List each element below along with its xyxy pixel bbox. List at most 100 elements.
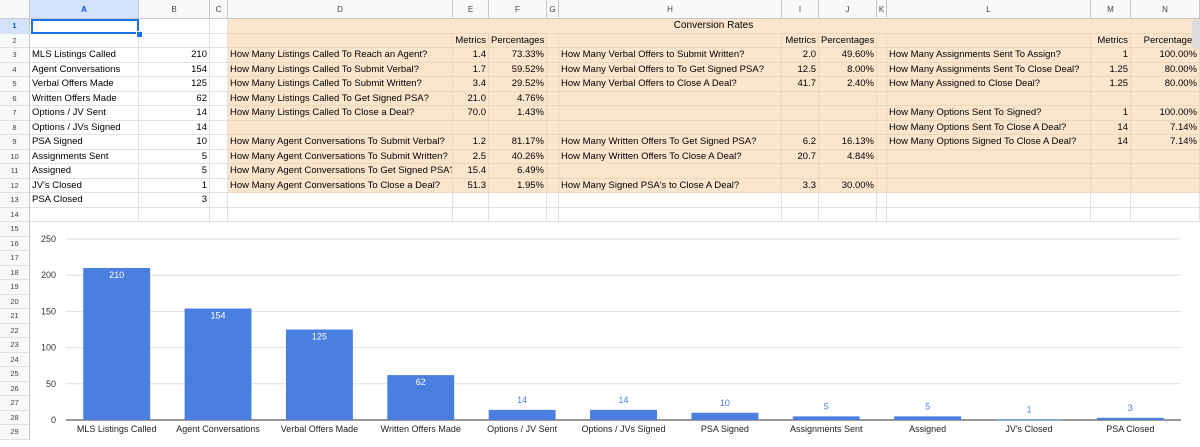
row-header-20[interactable]: 20 xyxy=(0,294,30,309)
metric-cell[interactable]: 1.25 xyxy=(1091,77,1131,92)
column-header-i[interactable]: I xyxy=(782,0,819,19)
cell[interactable] xyxy=(877,62,887,77)
bar[interactable] xyxy=(83,267,151,420)
question-cell[interactable]: How Many Agent Conversations To Get Sign… xyxy=(228,164,453,179)
metric-cell[interactable]: 2.0 xyxy=(782,48,819,63)
column-header-n[interactable]: N xyxy=(1131,0,1200,19)
cell[interactable] xyxy=(228,207,453,222)
row-header-27[interactable]: 27 xyxy=(0,396,30,411)
summary-value[interactable]: 14 xyxy=(139,120,210,135)
row-header-28[interactable]: 28 xyxy=(0,410,30,425)
percentage-cell[interactable]: 40.26% xyxy=(489,149,547,164)
percentage-cell[interactable] xyxy=(1131,164,1200,179)
cell[interactable] xyxy=(1091,193,1131,208)
cell[interactable] xyxy=(547,48,559,63)
row-header-19[interactable]: 19 xyxy=(0,280,30,295)
row-header-5[interactable]: 5 xyxy=(0,77,30,92)
row-header-4[interactable]: 4 xyxy=(0,62,30,77)
percentage-cell[interactable]: 4.76% xyxy=(489,91,547,106)
cell[interactable] xyxy=(453,193,489,208)
metric-cell[interactable] xyxy=(1091,91,1131,106)
column-header-c[interactable]: C xyxy=(210,0,228,19)
cell[interactable] xyxy=(547,207,559,222)
cell[interactable] xyxy=(210,77,228,92)
percentage-cell[interactable] xyxy=(819,120,877,135)
bar[interactable] xyxy=(285,329,353,421)
metric-cell[interactable] xyxy=(453,120,489,135)
cell[interactable] xyxy=(547,120,559,135)
cell[interactable] xyxy=(877,91,887,106)
question-cell[interactable]: How Many Listings Called To Close a Deal… xyxy=(228,106,453,121)
cell[interactable] xyxy=(782,193,819,208)
column-header-a[interactable]: A xyxy=(30,0,139,19)
cell[interactable] xyxy=(210,19,228,34)
row-header-21[interactable]: 21 xyxy=(0,309,30,324)
select-all-corner[interactable] xyxy=(0,0,30,19)
summary-label[interactable]: JV's Closed xyxy=(30,178,139,193)
percentage-cell[interactable]: 6.49% xyxy=(489,164,547,179)
column-header-l[interactable]: L xyxy=(887,0,1091,19)
question-cell[interactable] xyxy=(887,149,1091,164)
column-header-b[interactable]: B xyxy=(139,0,210,19)
row-header-24[interactable]: 24 xyxy=(0,352,30,367)
question-cell[interactable] xyxy=(887,91,1091,106)
metric-cell[interactable]: 2.5 xyxy=(453,149,489,164)
percentage-cell[interactable]: 30.00% xyxy=(819,178,877,193)
metric-cell[interactable] xyxy=(1091,178,1131,193)
cell[interactable] xyxy=(782,207,819,222)
metric-cell[interactable]: 20.7 xyxy=(782,149,819,164)
column-header-j[interactable]: J xyxy=(819,0,877,19)
percentage-cell[interactable]: 59.52% xyxy=(489,62,547,77)
cell[interactable] xyxy=(877,120,887,135)
question-cell[interactable] xyxy=(559,164,782,179)
cell[interactable] xyxy=(210,106,228,121)
metric-cell[interactable]: 14 xyxy=(1091,135,1131,150)
percentage-cell[interactable]: 7.14% xyxy=(1131,135,1200,150)
question-cell[interactable]: How Many Listings Called To Get Signed P… xyxy=(228,91,453,106)
question-cell[interactable]: How Many Options Signed To Close A Deal? xyxy=(887,135,1091,150)
cell[interactable] xyxy=(547,149,559,164)
column-header-d[interactable]: D xyxy=(228,0,453,19)
question-cell[interactable] xyxy=(228,120,453,135)
percentage-cell[interactable]: 49.60% xyxy=(819,48,877,63)
question-cell[interactable]: How Many Options Sent To Signed? xyxy=(887,106,1091,121)
vertical-scrollbar[interactable] xyxy=(1192,19,1200,49)
cell[interactable] xyxy=(210,62,228,77)
question-cell[interactable] xyxy=(559,120,782,135)
percentage-cell[interactable]: 81.17% xyxy=(489,135,547,150)
row-header-22[interactable]: 22 xyxy=(0,323,30,338)
column-header-e[interactable]: E xyxy=(453,0,489,19)
metric-cell[interactable]: 1.7 xyxy=(453,62,489,77)
cell[interactable] xyxy=(210,149,228,164)
cell[interactable] xyxy=(877,48,887,63)
summary-value[interactable]: 14 xyxy=(139,106,210,121)
metric-cell[interactable] xyxy=(782,164,819,179)
cell[interactable] xyxy=(489,193,547,208)
cell[interactable] xyxy=(887,193,1091,208)
question-cell[interactable]: How Many Verbal Offers to Close A Deal? xyxy=(559,77,782,92)
cell[interactable] xyxy=(547,178,559,193)
row-header-26[interactable]: 26 xyxy=(0,381,30,396)
cell[interactable] xyxy=(1131,207,1200,222)
bar[interactable] xyxy=(1096,417,1164,420)
cell[interactable] xyxy=(877,193,887,208)
question-cell[interactable] xyxy=(559,91,782,106)
cell[interactable] xyxy=(210,178,228,193)
bar-chart[interactable]: 0 50 100 150 200 250 210 MLS Listings Called 154… xyxy=(31,224,1196,447)
bar[interactable] xyxy=(590,409,657,420)
cell[interactable] xyxy=(547,193,559,208)
summary-value[interactable]: 62 xyxy=(139,91,210,106)
percentage-cell[interactable]: 100.00% xyxy=(1131,48,1200,63)
row-header-14[interactable]: 14 xyxy=(0,207,30,222)
metric-cell[interactable]: 70.0 xyxy=(453,106,489,121)
cell[interactable] xyxy=(877,77,887,92)
metric-cell[interactable] xyxy=(782,91,819,106)
column-header-f[interactable]: F xyxy=(489,0,547,19)
metric-cell[interactable]: 6.2 xyxy=(782,135,819,150)
cell[interactable] xyxy=(877,135,887,150)
row-header-3[interactable]: 3 xyxy=(0,48,30,63)
row-header-13[interactable]: 13 xyxy=(0,193,30,208)
row-header-9[interactable]: 9 xyxy=(0,135,30,150)
cell[interactable] xyxy=(877,106,887,121)
summary-label[interactable]: Options / JV Sent xyxy=(30,106,139,121)
